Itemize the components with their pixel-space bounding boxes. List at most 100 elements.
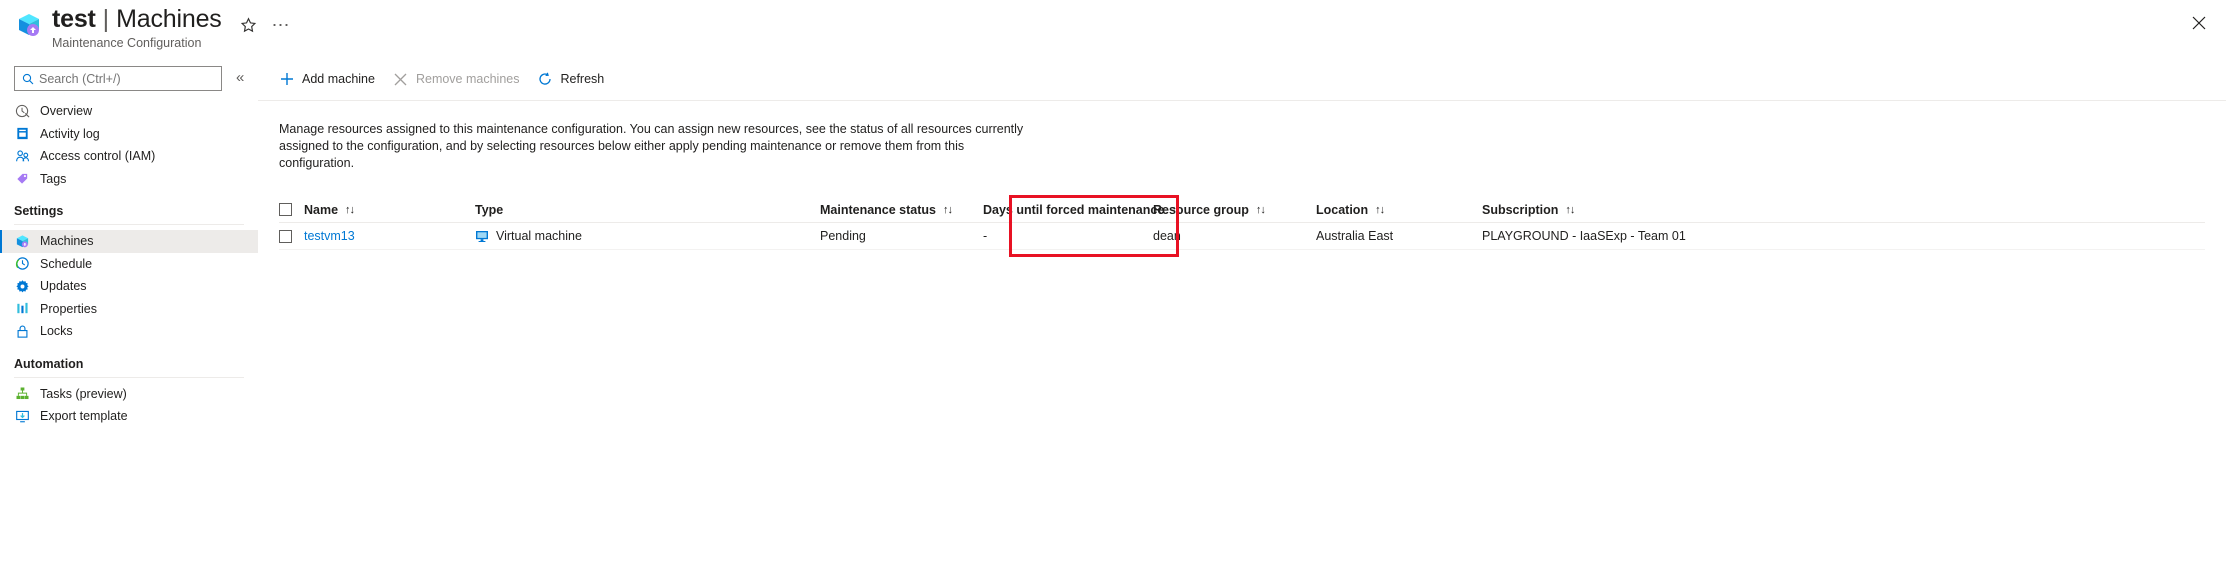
sidebar-item-properties[interactable]: Properties (0, 298, 258, 321)
cell-days-until-forced: - (983, 229, 988, 243)
schedule-clock-icon (14, 256, 30, 272)
tags-icon (14, 171, 30, 187)
cell-name: testvm13 (279, 229, 475, 243)
cross-icon (393, 71, 409, 87)
sidebar-item-label: Access control (IAM) (40, 149, 156, 164)
virtual-machine-icon (475, 229, 489, 243)
sort-arrows-icon: ↑↓ (1375, 203, 1385, 216)
sidebar-item-label: Tags (40, 171, 67, 186)
sidebar-item-access-control[interactable]: Access control (IAM) (0, 145, 258, 168)
title-separator: | (102, 5, 110, 33)
sidebar-item-label: Activity log (40, 126, 100, 141)
cell-type: Virtual machine (475, 229, 820, 243)
sidebar-item-label: Updates (40, 279, 87, 294)
column-header-label: Type (475, 202, 504, 217)
description-text: Manage resources assigned to this mainte… (279, 122, 1024, 170)
sidebar-item-label: Properties (40, 301, 97, 316)
blade-content: Add machine Remove machines Refresh Mana… (258, 62, 2226, 581)
sort-arrows-icon: ↑↓ (1565, 203, 1575, 216)
add-machine-button[interactable]: Add machine (279, 64, 375, 94)
sidebar-item-label: Locks (40, 324, 73, 339)
remove-machines-label: Remove machines (415, 72, 520, 86)
close-icon[interactable] (2186, 10, 2212, 36)
maintenance-configuration-icon (14, 10, 44, 40)
plus-icon (279, 71, 295, 87)
refresh-icon (537, 71, 553, 87)
sidebar-item-activity-log[interactable]: Activity log (0, 123, 258, 146)
cell-location: Australia East (1316, 229, 1394, 243)
type-label: Virtual machine (496, 229, 582, 243)
search-box[interactable] (14, 66, 222, 91)
select-all-checkbox[interactable] (279, 203, 292, 216)
sort-arrows-icon: ↑↓ (943, 203, 953, 216)
sidebar-item-overview[interactable]: Overview (0, 100, 258, 123)
blade-sidebar: « Overview (0, 62, 258, 581)
sidebar-item-schedule[interactable]: Schedule (0, 253, 258, 276)
column-header-label: Name (304, 202, 339, 217)
page-title: test | Machines Maintenance Configuratio… (52, 5, 222, 50)
search-icon (22, 73, 34, 85)
column-header-label: Location (1316, 202, 1369, 217)
updates-gear-icon (14, 278, 30, 294)
machine-name-link[interactable]: testvm13 (304, 229, 355, 243)
sidebar-section-divider (14, 376, 244, 378)
sidebar-search-row: « (0, 66, 258, 91)
column-header-maintenance-status[interactable]: Maintenance status ↑↓ (820, 203, 983, 217)
sidebar-item-label: Export template (40, 409, 128, 424)
resource-name: test (52, 5, 96, 33)
sidebar-section-settings-title: Settings (14, 204, 64, 218)
sidebar-section-automation-title: Automation (14, 356, 84, 371)
table-row[interactable]: testvm13 Virtual machine Pending - dean … (279, 223, 2205, 250)
sidebar-item-updates[interactable]: Updates (0, 275, 258, 298)
ellipsis-icon[interactable]: ⋯ (268, 12, 294, 38)
column-header-label: Resource group (1153, 202, 1249, 217)
page-section-name: Machines (116, 5, 222, 33)
sidebar-item-label: Schedule (40, 256, 93, 271)
toolbar-divider (258, 100, 2226, 101)
command-toolbar: Add machine Remove machines Refresh (258, 62, 2226, 96)
overview-icon (14, 103, 30, 119)
sort-arrows-icon: ↑↓ (345, 203, 355, 216)
column-header-label: Days until forced maintenance (983, 202, 1165, 217)
machines-table: Name ↑↓ Type Maintenance status ↑↓ Days … (258, 195, 2226, 257)
column-header-days-until-forced-maintenance[interactable]: Days until forced maintenance ↑↓ (983, 203, 1181, 217)
column-header-location[interactable]: Location ↑↓ (1316, 203, 1482, 217)
sort-arrows-icon: ↑↓ (1255, 203, 1266, 216)
column-header-label: Maintenance status (820, 202, 937, 217)
sidebar-item-tags[interactable]: Tags (0, 168, 258, 191)
column-header-resource-group[interactable]: Resource group ↑↓ (1153, 203, 1316, 217)
refresh-label: Refresh (560, 72, 605, 86)
remove-machines-button[interactable]: Remove machines (393, 64, 520, 94)
machines-icon (14, 233, 30, 249)
add-machine-label: Add machine (302, 72, 375, 86)
row-checkbox[interactable] (279, 229, 292, 243)
column-header-subscription[interactable]: Subscription ↑↓ (1482, 203, 1782, 217)
sidebar-item-label: Overview (40, 104, 93, 119)
sidebar-item-tasks[interactable]: Tasks (preview) (0, 383, 258, 406)
lock-icon (14, 323, 30, 339)
table-header-row: Name ↑↓ Type Maintenance status ↑↓ Days … (279, 197, 2205, 223)
tasks-icon (14, 386, 30, 402)
sidebar-section-divider (14, 224, 244, 225)
sidebar-item-label: Tasks (preview) (40, 386, 127, 401)
access-control-icon (14, 148, 30, 164)
column-header-type[interactable]: Type (475, 203, 820, 217)
search-input[interactable] (39, 71, 207, 86)
azure-blade: test | Machines Maintenance Configuratio… (0, 0, 2226, 581)
sidebar-item-export-template[interactable]: Export template (0, 405, 258, 428)
blade-header: test | Machines Maintenance Configuratio… (0, 0, 2226, 62)
sidebar-item-locks[interactable]: Locks (0, 320, 258, 343)
column-header-name[interactable]: Name ↑↓ (279, 203, 475, 217)
export-template-icon (14, 408, 30, 424)
sidebar-nav: Overview Activity log Access control (IA… (0, 100, 258, 428)
cell-maintenance-status: Pending (820, 229, 866, 243)
refresh-button[interactable]: Refresh (537, 64, 604, 94)
star-icon[interactable] (235, 12, 261, 38)
sidebar-item-machines[interactable]: Machines (0, 230, 258, 253)
activity-log-icon (14, 126, 30, 142)
resource-type-subtitle: Maintenance Configuration (52, 36, 202, 50)
chevron-double-left-icon[interactable]: « (236, 68, 244, 88)
properties-bars-icon (14, 301, 30, 317)
column-header-label: Subscription (1482, 202, 1559, 217)
sidebar-item-label: Machines (40, 234, 94, 249)
